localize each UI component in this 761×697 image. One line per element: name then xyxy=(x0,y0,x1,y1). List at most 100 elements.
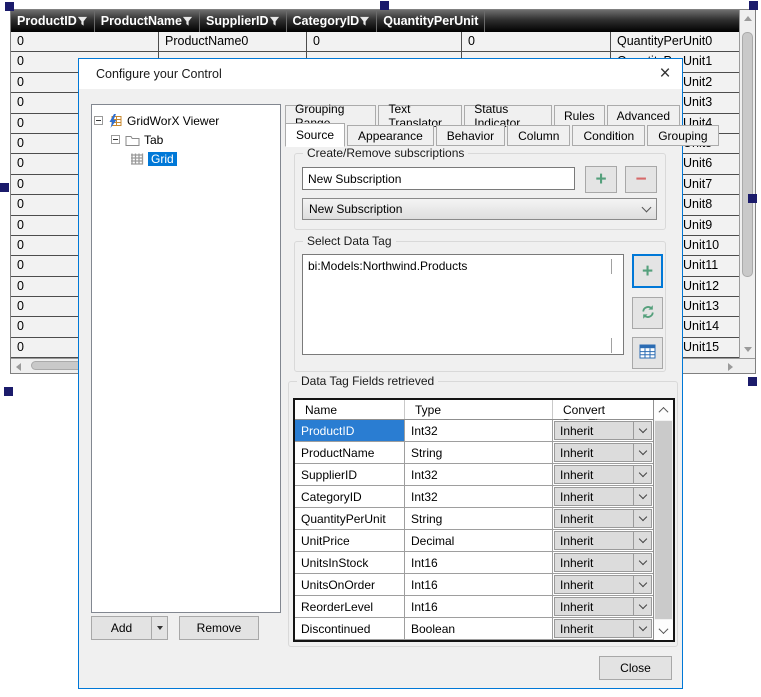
scroll-down-icon[interactable] xyxy=(611,338,620,347)
dropdown-button[interactable] xyxy=(633,554,651,571)
tree-item-gridworx-viewer[interactable]: GridWorX Viewer xyxy=(94,111,278,130)
refresh-button[interactable] xyxy=(632,297,663,329)
convert-datetime-select[interactable]: Inherit xyxy=(554,487,652,506)
tab[interactable]: Rules xyxy=(554,105,605,125)
cell-productname: ProductName0 xyxy=(159,32,307,51)
scroll-up-icon[interactable] xyxy=(611,260,620,269)
dialog-titlebar[interactable]: Configure your Control × xyxy=(79,59,682,89)
convert-datetime-select[interactable]: Inherit xyxy=(554,531,652,550)
table-row[interactable]: Discontinued Boolean Inherit xyxy=(295,618,653,640)
dropdown-button[interactable] xyxy=(633,466,651,483)
selection-handle-top-mid[interactable] xyxy=(380,1,389,10)
add-button[interactable]: Add xyxy=(91,616,151,640)
convert-datetime-select[interactable]: Inherit xyxy=(554,619,652,638)
dropdown-button[interactable] xyxy=(633,576,651,593)
convert-datetime-select[interactable]: Inherit xyxy=(554,597,652,616)
tree-item-grid[interactable]: Grid xyxy=(94,149,278,168)
subscription-name-input[interactable] xyxy=(302,167,575,190)
table-row[interactable]: SupplierID Int32 Inherit xyxy=(295,464,653,486)
table-row[interactable]: 0 ProductName0 0 0 QuantityPerUnit0 xyxy=(11,32,739,52)
convert-datetime-select[interactable]: Inherit xyxy=(554,575,652,594)
fields-table-scrollbar[interactable] xyxy=(653,400,673,640)
collapse-icon[interactable] xyxy=(94,116,103,125)
filter-funnel-icon[interactable] xyxy=(359,16,370,27)
tab[interactable]: Appearance xyxy=(347,125,434,146)
convert-datetime-select[interactable]: Inherit xyxy=(554,465,652,484)
grid-column-header[interactable]: CategoryID xyxy=(287,10,378,32)
dropdown-button[interactable] xyxy=(633,444,651,461)
selection-handle-mid-left[interactable] xyxy=(0,183,9,192)
scroll-up-icon[interactable] xyxy=(744,16,752,21)
add-split-button[interactable]: Add xyxy=(91,616,168,640)
dropdown-button[interactable] xyxy=(633,532,651,549)
tab[interactable]: Condition xyxy=(572,125,645,146)
dropdown-button[interactable] xyxy=(633,620,651,637)
scroll-down-icon[interactable] xyxy=(654,620,673,640)
add-subscription-button[interactable]: + xyxy=(585,166,617,193)
convert-datetime-select[interactable]: Inherit xyxy=(554,443,652,462)
filter-funnel-icon[interactable] xyxy=(269,16,280,27)
close-icon[interactable]: × xyxy=(648,60,682,88)
convert-datetime-select[interactable]: Inherit xyxy=(554,421,652,440)
scroll-right-icon[interactable] xyxy=(728,363,733,371)
remove-button[interactable]: Remove xyxy=(179,616,259,640)
tab[interactable]: Column xyxy=(507,125,570,146)
tab[interactable]: Grouping Range xyxy=(285,105,376,125)
convert-datetime-select[interactable]: Inherit xyxy=(554,509,652,528)
fields-table-body: ProductID Int32 Inherit xyxy=(295,420,653,640)
scroll-up-icon[interactable] xyxy=(654,400,673,420)
filter-funnel-icon[interactable] xyxy=(182,16,193,27)
dropdown-button[interactable] xyxy=(633,598,651,615)
add-data-tag-button[interactable]: + xyxy=(632,254,663,288)
table-row[interactable]: CategoryID Int32 Inherit xyxy=(295,486,653,508)
grid-column-header[interactable]: SupplierID xyxy=(200,10,287,32)
tab[interactable]: Advanced xyxy=(607,105,680,125)
scroll-down-icon[interactable] xyxy=(744,347,752,352)
plus-icon: + xyxy=(595,170,606,189)
dialog-title: Configure your Control xyxy=(79,67,222,81)
data-tag-textarea[interactable]: bi:Models:Northwind.Products xyxy=(302,254,624,355)
tab[interactable]: Source xyxy=(285,123,345,147)
selection-handle-top-right[interactable] xyxy=(749,1,758,10)
collapse-icon[interactable] xyxy=(111,135,120,144)
chevron-down-icon xyxy=(157,626,163,630)
selection-handle-top-left[interactable] xyxy=(5,2,14,11)
chevron-down-icon xyxy=(638,535,646,543)
selection-handle-bottom-left[interactable] xyxy=(4,387,13,396)
tab[interactable]: Text Translator xyxy=(378,105,462,125)
dropdown-button[interactable] xyxy=(633,510,651,527)
close-button[interactable]: Close xyxy=(599,656,672,680)
tree-item-tab[interactable]: Tab xyxy=(94,130,278,149)
grid-column-header[interactable]: QuantityPerUnit xyxy=(377,10,485,32)
table-row[interactable]: ProductName String Inherit xyxy=(295,442,653,464)
tab[interactable]: Grouping xyxy=(647,125,718,146)
subscription-select[interactable]: New Subscription xyxy=(302,198,657,220)
grid-column-label: SupplierID xyxy=(206,14,269,28)
filter-funnel-icon[interactable] xyxy=(77,16,88,27)
grid-column-header[interactable]: ProductName xyxy=(95,10,200,32)
dropdown-button[interactable] xyxy=(633,422,651,439)
table-row[interactable]: UnitPrice Decimal Inherit xyxy=(295,530,653,552)
table-row[interactable]: ProductID Int32 Inherit xyxy=(295,420,653,442)
convert-datetime-select[interactable]: Inherit xyxy=(554,553,652,572)
tab[interactable]: Status Indicator xyxy=(464,105,552,125)
tab[interactable]: Behavior xyxy=(436,125,505,146)
show-table-button[interactable] xyxy=(632,337,663,369)
plus-icon: + xyxy=(642,262,653,281)
grid-header-row: ProductID ProductName xyxy=(11,10,739,32)
scroll-left-icon[interactable] xyxy=(16,363,21,371)
table-row[interactable]: ReorderLevel Int16 Inherit xyxy=(295,596,653,618)
dropdown-button[interactable] xyxy=(633,488,651,505)
table-row[interactable]: QuantityPerUnit String Inherit xyxy=(295,508,653,530)
add-dropdown-button[interactable] xyxy=(151,616,168,640)
remove-subscription-button[interactable]: − xyxy=(625,166,657,193)
table-row[interactable]: UnitsInStock Int16 Inherit xyxy=(295,552,653,574)
fields-scrollbar-thumb[interactable] xyxy=(655,421,672,619)
selection-handle-mid-right[interactable] xyxy=(748,194,757,203)
selection-handle-bottom-right[interactable] xyxy=(748,377,757,386)
table-row[interactable]: UnitsOnOrder Int16 Inherit xyxy=(295,574,653,596)
column-header-type: Type xyxy=(405,400,553,419)
vertical-scrollbar-thumb[interactable] xyxy=(742,32,753,277)
grid-column-header[interactable]: ProductID xyxy=(11,10,95,32)
grid-vertical-scrollbar[interactable] xyxy=(739,10,755,358)
